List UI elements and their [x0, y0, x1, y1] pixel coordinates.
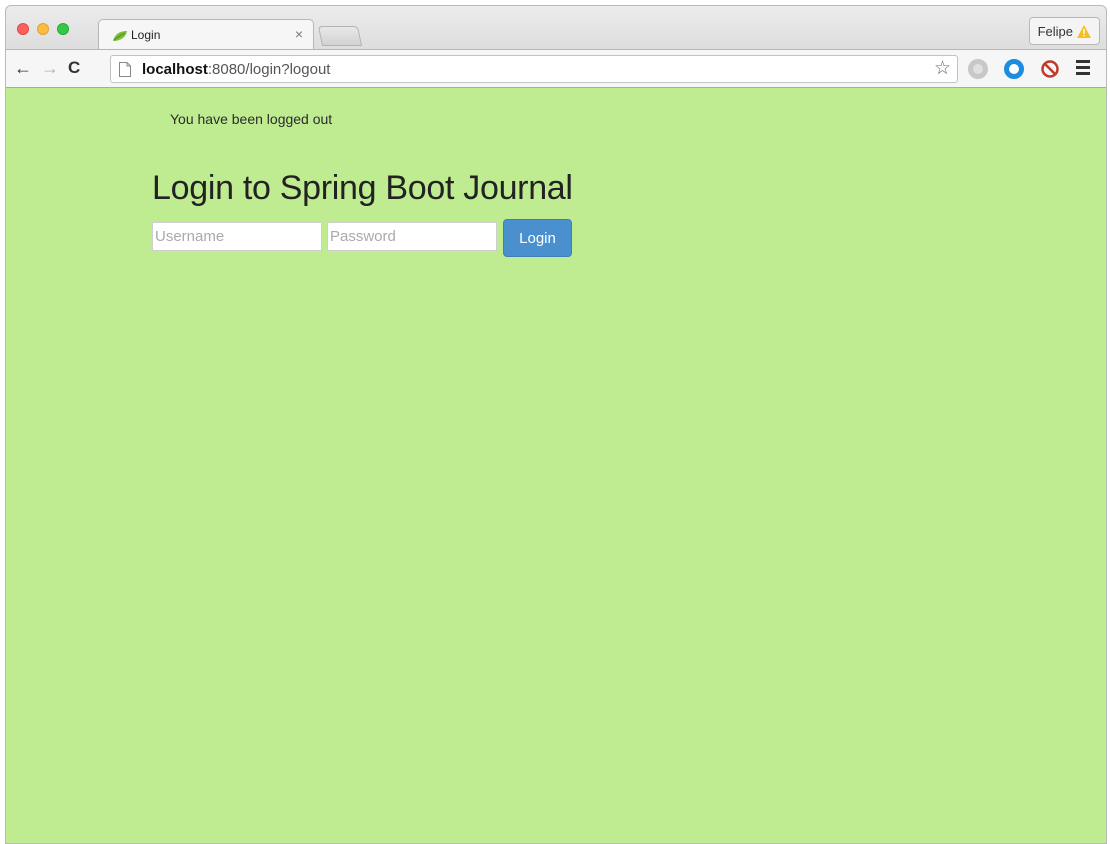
back-button[interactable]: ←: [14, 58, 32, 78]
browser-window: Login × Felipe ← → C localhost:8080/logi…: [5, 5, 1107, 844]
browser-toolbar: ← → C localhost:8080/login?logout ☆: [6, 49, 1106, 88]
tab-strip: Login × Felipe: [6, 6, 1106, 50]
password-input[interactable]: [327, 222, 497, 251]
menu-icon[interactable]: [1076, 60, 1090, 78]
minimize-window-button[interactable]: [37, 23, 49, 35]
address-bar[interactable]: localhost:8080/login?logout ☆: [110, 55, 958, 83]
new-tab-button[interactable]: [317, 26, 363, 46]
login-button[interactable]: Login: [503, 219, 572, 257]
tab-login[interactable]: Login ×: [98, 19, 314, 50]
extension-blue-ring-icon[interactable]: [1004, 59, 1024, 79]
page-title: Login to Spring Boot Journal: [152, 169, 573, 207]
url-path: :8080/login?logout: [207, 61, 331, 78]
warning-icon: [1077, 24, 1091, 38]
reload-button[interactable]: C: [68, 58, 80, 78]
forward-button[interactable]: →: [41, 58, 59, 78]
tab-title: Login: [131, 28, 161, 42]
maximize-window-button[interactable]: [57, 23, 69, 35]
close-window-button[interactable]: [17, 23, 29, 35]
bookmark-star-icon[interactable]: ☆: [934, 59, 951, 79]
profile-button[interactable]: Felipe: [1028, 17, 1100, 45]
url-text: localhost:8080/login?logout: [142, 61, 330, 78]
logout-message: You have been logged out: [170, 111, 333, 127]
spring-leaf-icon: [113, 31, 127, 41]
profile-name: Felipe: [1037, 23, 1073, 39]
extension-gray-icon[interactable]: [968, 59, 988, 79]
tab-close-icon[interactable]: ×: [295, 26, 303, 42]
url-host: localhost: [142, 61, 208, 78]
username-input[interactable]: [152, 222, 322, 251]
block-extension-icon[interactable]: [1040, 59, 1060, 79]
page-content: You have been logged out Login to Spring…: [6, 89, 1106, 843]
page-icon: [119, 62, 131, 77]
